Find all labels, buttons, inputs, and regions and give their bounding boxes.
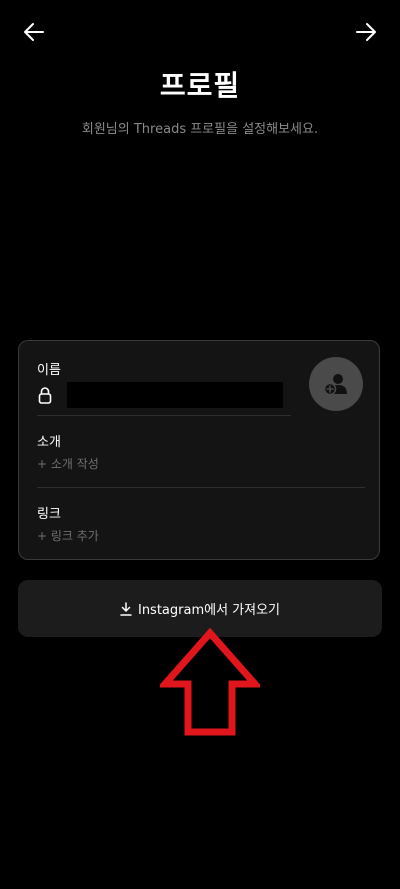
import-button-label: Instagram에서 가져오기 [137,603,281,618]
lock-icon [37,386,53,404]
divider [37,487,365,488]
name-field [67,382,283,408]
avatar-upload-button[interactable] [309,357,363,411]
name-label: 이름 [37,363,61,378]
intro-input[interactable]: + 소개 작성 [37,455,99,472]
page-subtitle: 회원님의 Threads 프로필을 설정해보세요. [81,122,319,137]
intro-label: 소개 [37,435,61,450]
top-bar [0,0,400,64]
page-title: 프로필 [159,69,241,102]
next-button[interactable] [352,18,380,46]
annotation-arrow-icon [160,628,260,736]
link-input[interactable]: + 링크 추가 [37,527,99,544]
back-button[interactable] [20,18,48,46]
add-person-icon [323,374,347,396]
arrow-left-icon [24,23,44,41]
arrow-right-icon [356,23,376,41]
download-icon [120,601,132,616]
link-label: 링크 [37,507,61,522]
name-row [37,381,287,409]
divider [37,415,291,416]
profile-card: 이름 소개 + 소개 작성 링크 + 링크 추가 [18,340,380,560]
